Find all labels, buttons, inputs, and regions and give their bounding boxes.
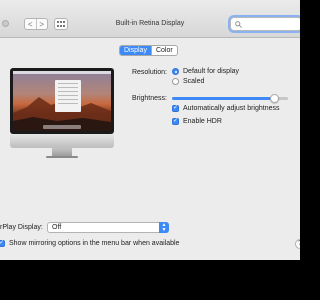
forward-button[interactable]: > (35, 19, 48, 29)
resolution-scaled-label: Scaled (183, 78, 205, 85)
navigation-buttons: < > (24, 18, 48, 30)
mirroring-label: Show mirroring options in the menu bar w… (9, 240, 180, 247)
radio-selected-icon[interactable] (172, 68, 179, 75)
tab-display[interactable]: Display (120, 46, 151, 55)
window-control-button[interactable] (2, 20, 9, 27)
mini-menu-bar (13, 71, 111, 74)
brightness-slider-fill (172, 97, 279, 100)
resolution-default-label: Default for display (183, 68, 240, 75)
resolution-scaled-option[interactable]: Scaled (172, 78, 204, 85)
enable-hdr-option[interactable]: ✓ Enable HDR (172, 118, 222, 125)
airplay-display-label: rPlay Display: (0, 224, 43, 231)
help-button[interactable]: ? (295, 239, 300, 249)
checkbox-checked-icon[interactable]: ✓ (172, 118, 179, 125)
auto-brightness-label: Automatically adjust brightness (183, 105, 280, 112)
search-field[interactable] (230, 17, 300, 31)
monitor-chin (10, 134, 114, 148)
monitor-illustration (10, 68, 114, 134)
enable-hdr-label: Enable HDR (183, 118, 222, 125)
brightness-slider[interactable] (172, 94, 288, 103)
resolution-default-option[interactable]: Default for display (172, 68, 239, 75)
airplay-display-value: Off (52, 224, 62, 231)
brightness-slider-knob[interactable] (270, 94, 280, 103)
airplay-display-select[interactable]: Off ▲ ▼ (47, 222, 169, 233)
title-bar: < > Built-in Retina Display (0, 0, 300, 38)
window-title: Built-in Retina Display (115, 20, 185, 27)
auto-brightness-option[interactable]: ✓ Automatically adjust brightness (172, 105, 280, 112)
grid-icon (57, 21, 65, 27)
chevron-updown-icon: ▲ ▼ (159, 222, 169, 233)
back-button[interactable]: < (25, 19, 36, 29)
monitor-foot (46, 156, 78, 158)
checkbox-checked-icon[interactable]: ✓ (172, 105, 179, 112)
monitor-screen (13, 71, 111, 131)
brightness-label: Brightness: (131, 95, 167, 102)
tab-color[interactable]: Color (150, 46, 177, 55)
mirroring-option[interactable]: ✓ Show mirroring options in the menu bar… (0, 240, 179, 247)
mini-preferences-window (55, 80, 81, 112)
show-all-button[interactable] (54, 18, 68, 30)
display-preferences-window: < > Built-in Retina Display Display Colo… (0, 0, 300, 260)
monitor-stand (52, 148, 72, 156)
mini-dock (43, 125, 81, 129)
tab-bar: Display Color (119, 45, 178, 56)
radio-unselected-icon[interactable] (172, 78, 179, 85)
search-icon (235, 21, 242, 28)
checkbox-checked-icon[interactable]: ✓ (0, 240, 5, 247)
resolution-label: Resolution: (131, 69, 167, 76)
